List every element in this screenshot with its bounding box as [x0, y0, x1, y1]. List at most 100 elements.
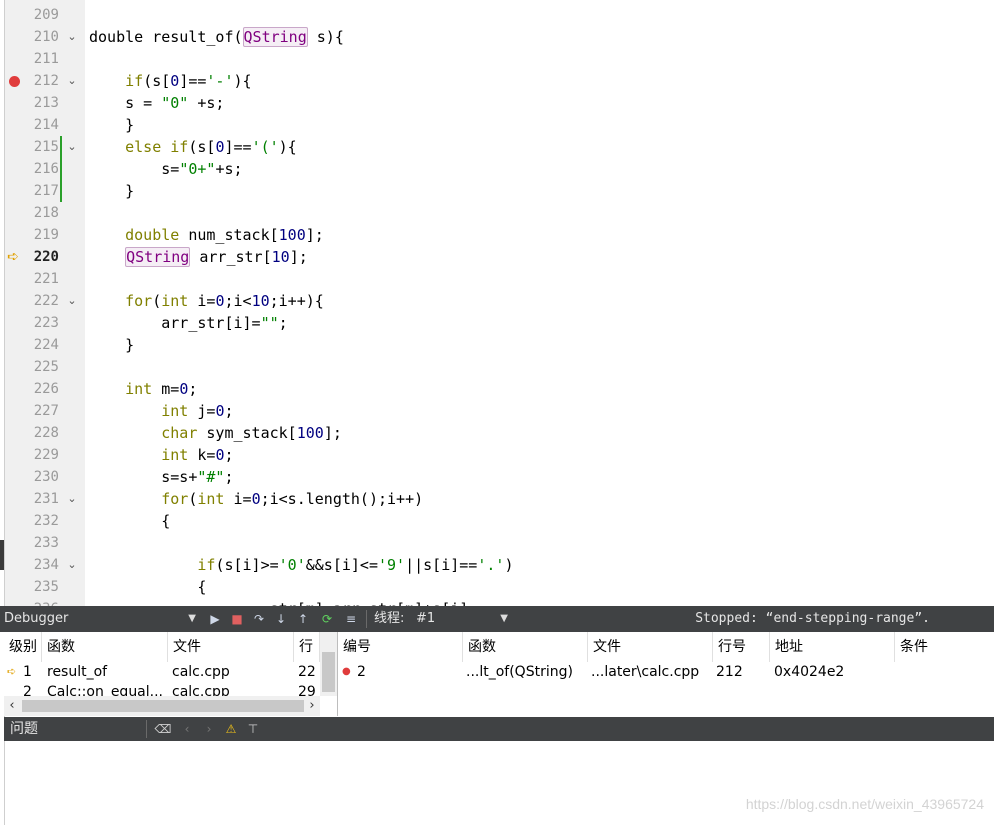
code-line[interactable]: 224 }	[5, 334, 994, 356]
filter-icon[interactable]: ⊤	[244, 720, 262, 738]
line-number[interactable]: 210	[19, 26, 59, 48]
code-text[interactable]: s=s+"#";	[89, 466, 233, 488]
fold-toggle-icon[interactable]: ⌄	[65, 290, 79, 312]
line-number[interactable]: 220	[19, 246, 59, 268]
bp-header-condition[interactable]: 条件	[895, 632, 994, 662]
thread-select[interactable]: #1 ▼	[416, 609, 510, 629]
line-number[interactable]: 211	[19, 48, 59, 70]
code-text[interactable]: if(s[i]>='0'&&s[i]<='9'||s[i]=='.')	[89, 554, 513, 576]
line-number[interactable]: 216	[19, 158, 59, 180]
code-line[interactable]: 216 s="0+"+s;	[5, 158, 994, 180]
line-number[interactable]: 218	[19, 202, 59, 224]
code-line[interactable]: 229 int k=0;	[5, 444, 994, 466]
code-line[interactable]: 232 {	[5, 510, 994, 532]
line-number[interactable]: 232	[19, 510, 59, 532]
line-number[interactable]: 225	[19, 356, 59, 378]
continue-icon[interactable]: ▶	[206, 610, 224, 628]
line-number[interactable]: 233	[19, 532, 59, 554]
line-number[interactable]: 223	[19, 312, 59, 334]
code-line[interactable]: 221	[5, 268, 994, 290]
line-number[interactable]: 227	[19, 400, 59, 422]
line-number[interactable]: 228	[19, 422, 59, 444]
code-line[interactable]: 230 s=s+"#";	[5, 466, 994, 488]
next-icon[interactable]: ›	[200, 720, 218, 738]
fold-toggle-icon[interactable]: ⌄	[65, 70, 79, 92]
debugger-view-select[interactable]: Debugger ▼	[4, 609, 198, 629]
stop-debugger-icon[interactable]: ■	[228, 610, 246, 628]
bp-header-file[interactable]: 文件	[588, 632, 713, 662]
code-line[interactable]: 213 s = "0" +s;	[5, 92, 994, 114]
code-line[interactable]: 225	[5, 356, 994, 378]
bp-header-function[interactable]: 函数	[463, 632, 588, 662]
code-text[interactable]: {	[89, 510, 170, 532]
code-line[interactable]: 219 double num_stack[100];	[5, 224, 994, 246]
code-text[interactable]: {	[89, 576, 206, 598]
code-text[interactable]: double result_of(QString s){	[89, 26, 344, 48]
restart-icon[interactable]: ⟳	[318, 610, 336, 628]
code-text[interactable]: }	[89, 334, 134, 356]
stack-header-line[interactable]: 行	[294, 632, 320, 662]
line-number[interactable]: 214	[19, 114, 59, 136]
code-line[interactable]: 235 {	[5, 576, 994, 598]
code-text[interactable]: int j=0;	[89, 400, 233, 422]
code-text[interactable]: }	[89, 180, 134, 202]
stack-horizontal-scrollbar[interactable]: ‹ ›	[4, 696, 320, 716]
code-text[interactable]: }	[89, 114, 134, 136]
code-line[interactable]: 223 arr_str[i]="";	[5, 312, 994, 334]
line-number[interactable]: 226	[19, 378, 59, 400]
bp-header-number[interactable]: 编号	[338, 632, 463, 662]
line-number[interactable]: 236	[19, 598, 59, 606]
fold-toggle-icon[interactable]: ⌄	[65, 554, 79, 576]
line-number[interactable]: 219	[19, 224, 59, 246]
code-line[interactable]: 222 ⌄ for(int i=0;i<10;i++){	[5, 290, 994, 312]
line-number[interactable]: 215	[19, 136, 59, 158]
line-number[interactable]: 229	[19, 444, 59, 466]
code-line[interactable]: 211	[5, 48, 994, 70]
code-text[interactable]: QString arr_str[10];	[89, 246, 308, 268]
code-line[interactable]: 226 int m=0;	[5, 378, 994, 400]
scroll-left-icon[interactable]: ‹	[4, 696, 20, 716]
line-number[interactable]: 230	[19, 466, 59, 488]
code-text[interactable]: for(int i=0;i<10;i++){	[89, 290, 324, 312]
bp-header-address[interactable]: 地址	[770, 632, 895, 662]
scroll-right-icon[interactable]: ›	[304, 696, 320, 716]
code-line[interactable]: 220 ➪ QString arr_str[10];	[5, 246, 994, 268]
code-line[interactable]: 236 str[m]=arr_str[m]+s[i];	[5, 598, 994, 606]
code-line[interactable]: 228 char sym_stack[100];	[5, 422, 994, 444]
code-line[interactable]: 215 ⌄ else if(s[0]=='('){	[5, 136, 994, 158]
code-text[interactable]: int k=0;	[89, 444, 233, 466]
fold-toggle-icon[interactable]: ⌄	[65, 136, 79, 158]
line-number[interactable]: 213	[19, 92, 59, 114]
previous-icon[interactable]: ‹	[178, 720, 196, 738]
code-text[interactable]: str[m]=arr_str[m]+s[i];	[89, 598, 478, 606]
code-line[interactable]: 218	[5, 202, 994, 224]
code-text[interactable]: for(int i=0;i<s.length();i++)	[89, 488, 423, 510]
step-out-icon[interactable]: ↑	[294, 610, 312, 628]
scrollbar-thumb[interactable]	[22, 700, 304, 712]
code-line[interactable]: 212 ⌄ if(s[0]=='-'){	[5, 70, 994, 92]
code-text[interactable]: double num_stack[100];	[89, 224, 324, 246]
fold-toggle-icon[interactable]: ⌄	[65, 488, 79, 510]
line-number[interactable]: 217	[19, 180, 59, 202]
line-number[interactable]: 224	[19, 334, 59, 356]
code-text[interactable]: else if(s[0]=='('){	[89, 136, 297, 158]
scrollbar-thumb[interactable]	[322, 652, 335, 692]
fold-toggle-icon[interactable]: ⌄	[65, 26, 79, 48]
code-line[interactable]: 214 }	[5, 114, 994, 136]
bp-header-line[interactable]: 行号	[713, 632, 770, 662]
line-number[interactable]: 234	[19, 554, 59, 576]
code-line[interactable]: 231 ⌄ for(int i=0;i<s.length();i++)	[5, 488, 994, 510]
step-into-icon[interactable]: ↓	[272, 610, 290, 628]
code-text[interactable]: int m=0;	[89, 378, 197, 400]
code-text[interactable]: s="0+"+s;	[89, 158, 242, 180]
stack-header-file[interactable]: 文件	[168, 632, 294, 662]
stack-header-function[interactable]: 函数	[42, 632, 168, 662]
code-editor[interactable]: 209 210 ⌄ double result_of(QString s){211 21…	[5, 0, 994, 606]
warning-filter-icon[interactable]: ⚠	[222, 720, 240, 738]
line-number[interactable]: 222	[19, 290, 59, 312]
line-number[interactable]: 231	[19, 488, 59, 510]
code-line[interactable]: 233	[5, 532, 994, 554]
code-text[interactable]: s = "0" +s;	[89, 92, 224, 114]
line-number[interactable]: 209	[19, 4, 59, 26]
line-number[interactable]: 212	[19, 70, 59, 92]
